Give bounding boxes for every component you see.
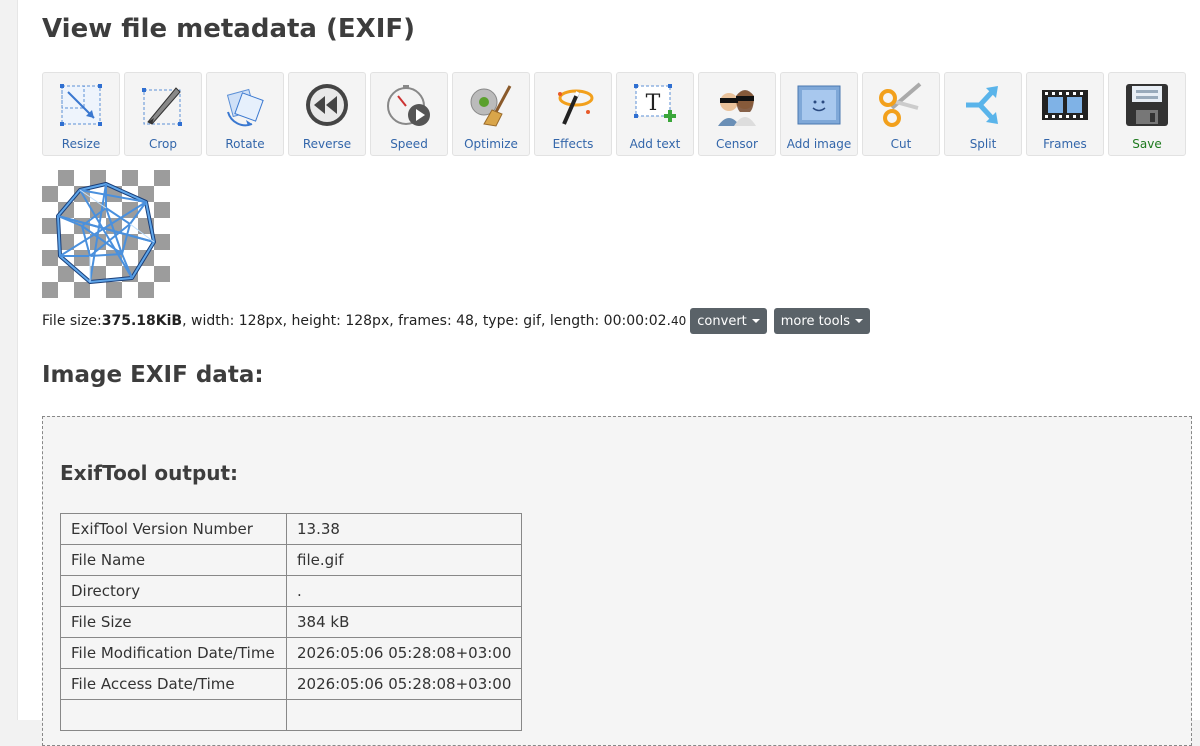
tool-label: Crop [148,137,177,151]
file-length-ms: 40 [671,314,687,328]
tool-speed-button[interactable]: Speed [370,72,448,156]
table-row [60,699,523,731]
exif-output-box: ExifTool output: ExifTool Version Number… [42,416,1192,746]
speed-icon [387,85,430,126]
tool-label: Save [1132,137,1162,151]
frames-icon [1042,90,1088,120]
polyhedron-image [56,182,156,284]
file-info: File size: 375.18KiB , width: 128px, hei… [42,308,870,334]
tool-label: Resize [61,137,101,151]
tool-add-image-button[interactable]: Add image [780,72,858,156]
tool-label: Add text [629,137,681,151]
tool-cut-button[interactable]: Cut [862,72,940,156]
exif-key: File Access Date/Time [60,668,287,700]
convert-dropdown-button[interactable]: convert [690,308,767,334]
split-icon [966,86,998,124]
file-size-label: File size: [42,313,102,329]
exif-key: File Modification Date/Time [60,637,287,669]
crop-icon [142,87,182,126]
exif-table: ExifTool Version Number 13.38 File Name … [60,513,523,731]
svg-text:T: T [646,91,661,116]
tool-rotate-button[interactable]: Rotate [206,72,284,156]
effects-icon [558,89,594,125]
tool-resize-button[interactable]: Resize [42,72,120,156]
table-row: Directory . [60,575,523,607]
convert-label: convert [697,313,747,329]
page-title: View file metadata (EXIF) [42,14,416,44]
censor-icon [718,90,756,126]
add-image-icon [797,85,841,125]
file-details: , width: 128px, height: 128px, frames: 4… [182,313,671,329]
exif-key [60,699,287,731]
tool-optimize-button[interactable]: Optimize [452,72,530,156]
table-row: File Name file.gif [60,544,523,576]
exiftool-output-title: ExifTool output: [60,461,239,485]
resize-icon [60,84,102,126]
table-row: File Size 384 kB [60,606,523,638]
tool-label: Censor [716,137,758,151]
tool-label: Frames [1043,137,1087,151]
add-text-icon: T [634,84,676,122]
tool-label: Split [969,137,997,151]
tool-label: Optimize [464,137,518,151]
tool-effects-button[interactable]: Effects [534,72,612,156]
exif-value: 2026:05:06 05:28:08+03:00 [285,668,523,700]
tool-label: Add image [786,137,852,151]
tool-label: Cut [890,137,912,151]
tool-censor-button[interactable]: Censor [698,72,776,156]
exif-value: 2026:05:06 05:28:08+03:00 [285,637,523,669]
exif-key: Directory [60,575,287,607]
tool-label: Effects [552,137,594,151]
tool-save-button[interactable]: Save [1108,72,1186,156]
exif-key: File Size [60,606,287,638]
tool-add-text-button[interactable]: T Add text [616,72,694,156]
table-row: ExifTool Version Number 13.38 [60,513,523,545]
table-row: File Modification Date/Time 2026:05:06 0… [60,637,523,669]
image-preview [42,170,170,298]
exif-section-title: Image EXIF data: [42,362,264,388]
exif-value: 13.38 [285,513,523,545]
more-tools-label: more tools [780,313,850,329]
optimize-icon [470,85,512,127]
table-row: File Access Date/Time 2026:05:06 05:28:0… [60,668,523,700]
tool-label: Rotate [225,137,265,151]
file-size-value: 375.18KiB [101,313,183,329]
exif-value: file.gif [285,544,523,576]
reverse-icon [306,84,348,126]
exif-value: 384 kB [285,606,523,638]
exif-key: ExifTool Version Number [60,513,287,545]
cut-icon [879,82,922,127]
more-tools-dropdown-button[interactable]: more tools [773,308,870,334]
page-container: View file metadata (EXIF) Resize Crop Ro… [17,0,1200,746]
tool-split-button[interactable]: Split [944,72,1022,156]
save-icon [1126,84,1168,126]
tool-reverse-button[interactable]: Reverse [288,72,366,156]
caret-down-icon [751,319,760,323]
caret-down-icon [854,319,863,323]
tool-label: Speed [390,137,428,151]
tool-crop-button[interactable]: Crop [124,72,202,156]
tool-label: Reverse [302,137,352,151]
tool-frames-button[interactable]: Frames [1026,72,1104,156]
exif-value: . [285,575,523,607]
exif-key: File Name [60,544,287,576]
toolbar: Resize Crop Rotate Reverse Speed Optimiz… [42,72,1186,158]
rotate-icon [226,88,264,127]
exif-value [285,699,523,731]
